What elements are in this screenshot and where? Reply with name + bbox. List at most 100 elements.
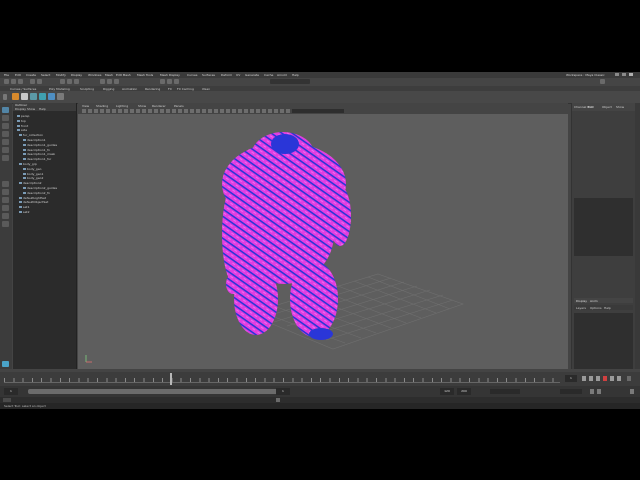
viewport-tool-icon[interactable] [262,109,266,113]
xgen-guide-icon[interactable] [57,93,64,100]
sign-in-icon[interactable] [600,79,605,84]
viewport-tool-icon[interactable] [82,109,86,113]
render-settings-icon[interactable] [174,79,179,84]
outliner-item[interactable]: set1 [19,205,30,209]
menu-file[interactable]: File [4,73,9,77]
layer-menu-layers[interactable]: Layers [576,306,586,310]
playback-options-icon[interactable] [627,376,631,381]
rotate-tool-icon[interactable] [2,139,9,145]
select-by-component-icon[interactable] [74,79,79,84]
outliner-item[interactable]: description2_fx [23,191,50,195]
playhead[interactable] [170,373,172,385]
viewport-tool-icon[interactable] [256,109,260,113]
four-view-layout-icon[interactable] [2,189,9,195]
outliner-item[interactable]: description2_guides [23,186,57,190]
viewport-tool-icon[interactable] [94,109,98,113]
snap-point-icon[interactable] [114,79,119,84]
menu-select[interactable]: Select [41,73,50,77]
render-icon[interactable] [160,79,165,84]
menu-uv[interactable]: UV [236,73,240,77]
outliner-item[interactable]: description1_mask [23,152,55,156]
lasso-tool-icon[interactable] [2,115,9,121]
last-tool-icon[interactable] [2,155,9,161]
persp-outliner-layout-icon[interactable] [2,197,9,203]
menu-edit-mesh[interactable]: Edit Mesh [116,73,131,77]
layer-tab-anim[interactable]: Anim [590,299,598,303]
outliner-item[interactable]: persp [17,114,29,118]
ipr-render-icon[interactable] [167,79,172,84]
viewport-tool-icon[interactable] [100,109,104,113]
maximize-icon[interactable] [622,73,626,76]
shelf-menu-icon[interactable] [3,94,7,100]
viewport-tool-icon[interactable] [136,109,140,113]
menu-deform[interactable]: Deform [221,73,232,77]
step-back-icon[interactable] [589,376,593,381]
menu-mesh-display[interactable]: Mesh Display [160,73,180,77]
outliner-item[interactable]: fur_collection [19,133,43,137]
menu-windows[interactable]: Windows [88,73,101,77]
viewport-tool-icon[interactable] [196,109,200,113]
outliner-menu-display[interactable]: Display [15,107,26,111]
snap-grid-icon[interactable] [100,79,105,84]
current-frame-field[interactable]: 1 [565,375,577,382]
viewport-tool-icon[interactable] [232,109,236,113]
viewport-tool-icon[interactable] [130,109,134,113]
auto-key-icon[interactable] [590,389,594,394]
polySphere-icon[interactable] [12,93,19,100]
outliner-item[interactable]: description1 [23,138,46,142]
menu-generate[interactable]: Generate [245,73,259,77]
channel-box-tab-show[interactable]: Show [616,105,624,109]
range-bar[interactable] [28,389,278,394]
outliner-item[interactable]: description2 [19,181,42,185]
paint-select-icon[interactable] [2,123,9,129]
outliner-item[interactable]: description1_fur [23,157,51,161]
viewport-tool-icon[interactable] [274,109,278,113]
start-time-field[interactable]: 1 [4,388,18,395]
attribute-list[interactable] [574,198,633,256]
menu-modify[interactable]: Modify [56,73,66,77]
menu-mesh-tools[interactable]: Mesh Tools [137,73,153,77]
viewport-tool-icon[interactable] [208,109,212,113]
polyCylinder-icon[interactable] [30,93,37,100]
viewport-tool-icon[interactable] [124,109,128,113]
layer-menu-options[interactable]: Options [590,306,602,310]
viewport-tool-icon[interactable] [118,109,122,113]
channel-box-tab-edit[interactable]: Edit [588,105,594,109]
new-scene-icon[interactable] [4,79,9,84]
viewport-tool-icon[interactable] [184,109,188,113]
input-line-field[interactable] [270,79,310,84]
viewport-tool-icon[interactable] [226,109,230,113]
select-by-object-icon[interactable] [67,79,72,84]
outliner-item[interactable]: set2 [19,210,30,214]
single-view-layout-icon[interactable] [2,181,9,187]
menu-surfaces[interactable]: Surfaces [202,73,215,77]
menu-cache[interactable]: Cache [264,73,273,77]
anim-prefs-icon[interactable] [597,389,601,394]
scale-tool-icon[interactable] [2,147,9,153]
layer-editor-list[interactable] [574,313,633,369]
viewport-menu-shading[interactable]: Shading [96,104,108,108]
outliner-toggle-icon[interactable] [2,213,9,219]
viewport-menu-panels[interactable]: Panels [174,104,184,108]
anim-layer-dropdown[interactable] [560,389,582,394]
viewport-tool-icon[interactable] [238,109,242,113]
viewport-tool-icon[interactable] [286,109,290,113]
viewport-tool-icon[interactable] [178,109,182,113]
viewport-tool-icon[interactable] [268,109,272,113]
outliner-menu-show[interactable]: Show [27,107,35,111]
open-scene-icon[interactable] [11,79,16,84]
range-end-field[interactable]: 120 [440,388,454,395]
go-to-end-icon[interactable] [617,376,621,381]
save-scene-icon[interactable] [18,79,23,84]
snap-curve-icon[interactable] [107,79,112,84]
camera-field[interactable] [292,109,344,113]
search-icon[interactable] [2,221,9,227]
persp-graph-layout-icon[interactable] [2,205,9,211]
viewport-tool-icon[interactable] [154,109,158,113]
outliner-item[interactable]: front [17,124,28,128]
viewport-tool-icon[interactable] [202,109,206,113]
menu-arnold[interactable]: Arnold [277,73,287,77]
viewport-tool-icon[interactable] [250,109,254,113]
fps-dropdown[interactable] [490,389,520,394]
viewport-tool-icon[interactable] [166,109,170,113]
